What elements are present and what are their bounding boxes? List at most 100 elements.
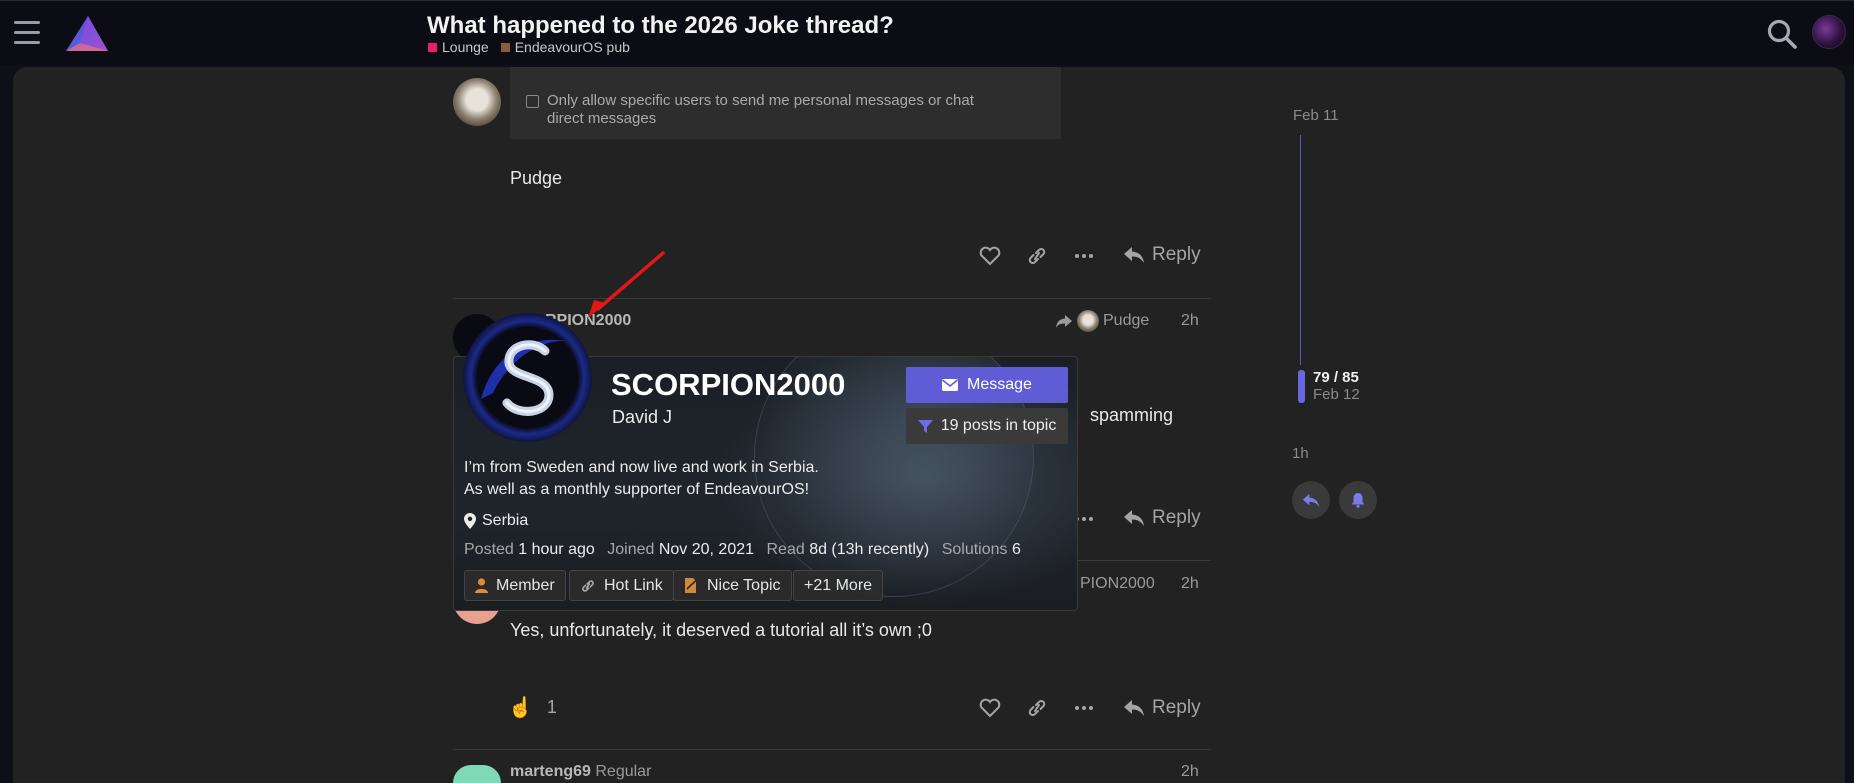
reply-button[interactable]: Reply bbox=[1123, 507, 1201, 529]
pm-restrict-label: Only allow specific users to send me per… bbox=[547, 92, 1017, 128]
reply-to-tab[interactable]: Pudge bbox=[1055, 310, 1149, 332]
pm-restrict-label-line-1: Only allow specific users to send me per… bbox=[547, 92, 974, 109]
location-label: Serbia bbox=[482, 512, 529, 529]
reply-button[interactable]: Reply bbox=[1123, 244, 1201, 266]
badge-member[interactable]: Member bbox=[464, 570, 566, 601]
reply-button[interactable]: Reply bbox=[1123, 697, 1201, 719]
reply-icon bbox=[1124, 700, 1144, 716]
category-label: EndeavourOS pub bbox=[514, 39, 630, 55]
file-signature-icon bbox=[685, 578, 699, 593]
search-icon[interactable] bbox=[1766, 18, 1798, 50]
read-label: Read bbox=[766, 541, 805, 558]
post-body: Yes, unfortunately, it deserved a tutori… bbox=[510, 620, 932, 640]
timeline-reply-button[interactable] bbox=[1292, 481, 1330, 519]
post-divider bbox=[453, 298, 1211, 299]
pointing-hand-emoji-icon: ☝ bbox=[508, 697, 533, 719]
joined-value: Nov 20, 2021 bbox=[658, 541, 755, 558]
reaction-count: 1 bbox=[546, 697, 557, 717]
bell-icon bbox=[1351, 493, 1365, 508]
badge-label: Member bbox=[496, 576, 555, 594]
badge-hot-link[interactable]: Hot Link bbox=[569, 570, 674, 601]
joined-label: Joined bbox=[607, 541, 655, 558]
topic-title[interactable]: What happened to the 2026 Joke thread? bbox=[427, 12, 894, 40]
badge-label: +21 More bbox=[804, 576, 873, 594]
solutions-value: 6 bbox=[1011, 541, 1021, 558]
post-username[interactable]: marteng69 Regular bbox=[510, 763, 651, 781]
reply-label: Reply bbox=[1152, 507, 1201, 528]
reply-to-avatar bbox=[1077, 310, 1099, 332]
reply-label: Reply bbox=[1152, 697, 1201, 718]
avatar[interactable] bbox=[453, 78, 501, 126]
message-button[interactable]: Message bbox=[906, 367, 1068, 403]
filter-posts-label: 19 posts in topic bbox=[940, 417, 1057, 434]
link-icon[interactable] bbox=[1026, 246, 1048, 266]
reply-to-username[interactable]: PION2000 bbox=[1080, 575, 1155, 593]
user-card-bio: I’m from Sweden and now live and work in… bbox=[464, 457, 819, 501]
timeline-position: 79 / 85 bbox=[1313, 369, 1359, 386]
post-signature: Pudge bbox=[510, 168, 563, 188]
current-user-avatar[interactable] bbox=[1812, 15, 1846, 49]
timeline-track[interactable] bbox=[1300, 135, 1301, 365]
avatar[interactable] bbox=[453, 765, 501, 783]
posted-label: Posted bbox=[464, 541, 514, 558]
post-age[interactable]: 2h bbox=[1181, 575, 1199, 593]
bio-line-2: As well as a monthly supporter of Endeav… bbox=[464, 481, 810, 498]
message-button-label: Message bbox=[967, 376, 1032, 393]
user-card-stats: Posted 1 hour ago Joined Nov 20, 2021 Re… bbox=[464, 541, 1029, 559]
user-card-username[interactable]: SCORPION2000 bbox=[611, 367, 845, 403]
category-label: Lounge bbox=[442, 39, 489, 55]
timeline-end-label[interactable]: 1h bbox=[1292, 445, 1309, 462]
scorpion-s-logo-icon bbox=[481, 339, 575, 416]
bio-line-1: I’m from Sweden and now live and work in… bbox=[464, 459, 819, 476]
badge-label: Hot Link bbox=[604, 576, 663, 594]
reply-icon bbox=[1302, 493, 1320, 507]
user-card-avatar[interactable] bbox=[463, 313, 592, 442]
post-age[interactable]: 2h bbox=[1181, 763, 1199, 781]
filter-icon bbox=[917, 419, 933, 433]
post-username-label: marteng69 bbox=[510, 763, 591, 780]
pm-settings-box: Only allow specific users to send me per… bbox=[510, 67, 1061, 139]
solutions-label: Solutions bbox=[941, 541, 1008, 558]
reply-label: Reply bbox=[1152, 244, 1201, 265]
post-body-fragment: spamming bbox=[1090, 405, 1174, 425]
pm-restrict-label-line-2: direct messages bbox=[547, 110, 657, 127]
user-card-real-name: David J bbox=[612, 407, 673, 427]
reaction-button[interactable]: ☝ 1 bbox=[508, 695, 557, 720]
site-logo[interactable] bbox=[62, 13, 110, 55]
hamburger-menu-icon[interactable] bbox=[14, 21, 40, 45]
category-lounge[interactable]: Lounge bbox=[428, 39, 489, 55]
user-icon bbox=[475, 578, 488, 593]
envelope-icon bbox=[942, 379, 959, 391]
pm-restrict-checkbox[interactable] bbox=[526, 95, 539, 108]
like-icon[interactable] bbox=[979, 246, 1001, 266]
badge-more[interactable]: +21 More bbox=[793, 570, 884, 601]
like-icon[interactable] bbox=[979, 698, 1001, 718]
reply-to-username: Pudge bbox=[1103, 312, 1150, 329]
read-value: 8d (13h recently) bbox=[809, 541, 930, 558]
timeline-start-date[interactable]: Feb 11 bbox=[1293, 107, 1339, 124]
user-card-location: Serbia bbox=[464, 512, 528, 530]
badge-label: Nice Topic bbox=[707, 576, 781, 594]
category-breadcrumb: Lounge EndeavourOS pub bbox=[428, 39, 630, 55]
timeline-notification-button[interactable] bbox=[1339, 481, 1377, 519]
category-color-square bbox=[500, 42, 510, 52]
more-options-icon[interactable] bbox=[1075, 254, 1093, 258]
category-endeavouros-pub[interactable]: EndeavourOS pub bbox=[500, 39, 630, 55]
link-icon bbox=[582, 579, 594, 592]
filter-posts-button[interactable]: 19 posts in topic bbox=[906, 408, 1068, 444]
posted-value: 1 hour ago bbox=[518, 541, 595, 558]
category-color-square bbox=[428, 42, 437, 52]
timeline-scroller-handle[interactable] bbox=[1298, 370, 1305, 403]
user-title: Regular bbox=[595, 763, 652, 780]
timeline-current-date: Feb 12 bbox=[1313, 386, 1360, 403]
site-header: What happened to the 2026 Joke thread? L… bbox=[0, 0, 1854, 65]
more-options-icon[interactable] bbox=[1075, 706, 1093, 710]
reply-icon bbox=[1124, 247, 1144, 263]
reply-icon bbox=[1124, 510, 1144, 526]
location-pin-icon bbox=[464, 513, 476, 529]
post-age[interactable]: 2h bbox=[1181, 312, 1199, 330]
badge-nice-topic[interactable]: Nice Topic bbox=[673, 570, 792, 601]
post-divider bbox=[453, 749, 1211, 750]
reply-to-icon bbox=[1056, 314, 1072, 328]
link-icon[interactable] bbox=[1026, 698, 1048, 718]
